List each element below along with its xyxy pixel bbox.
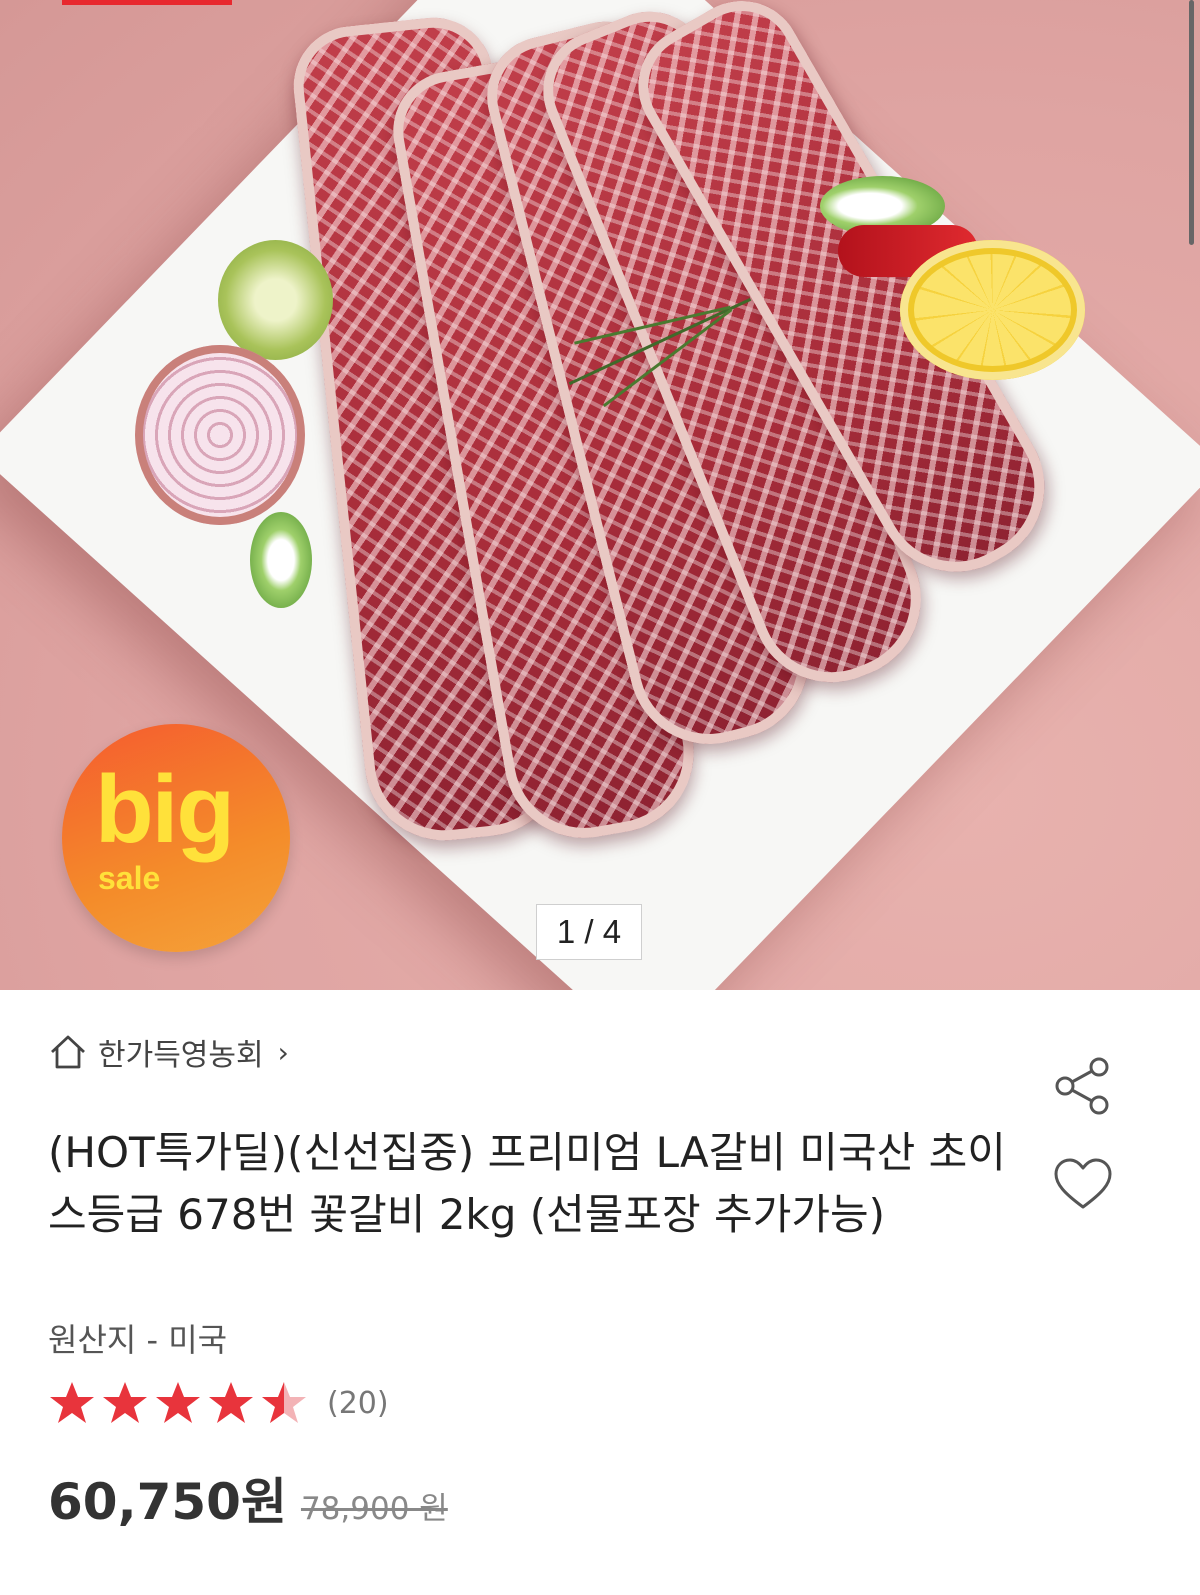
heart-icon[interactable] <box>1052 1156 1114 1212</box>
origin-text: 원산지 - 미국 <box>48 1321 228 1359</box>
chevron-right-icon: › <box>277 1035 289 1069</box>
star-icon <box>156 1382 200 1423</box>
product-title: (HOT특가딜)(신선집중) 프리미엄 LA갈비 미국산 초이스등급 678번 … <box>48 1128 1006 1239</box>
review-count[interactable]: (20) <box>327 1386 389 1421</box>
badge-big-text: big <box>95 756 235 863</box>
sale-price: 60,750원 <box>48 1473 287 1531</box>
rating[interactable]: (20) <box>48 1380 389 1426</box>
onion-image <box>135 345 305 525</box>
tab-indicator <box>62 0 232 5</box>
star-half-icon <box>262 1382 306 1423</box>
star-icon <box>209 1382 253 1423</box>
scallion-image <box>250 512 312 608</box>
original-price: 78,900 원 <box>300 1491 448 1527</box>
badge-sale-text: sale <box>98 860 161 896</box>
big-sale-badge: big sale <box>62 724 290 952</box>
price-row: 60,750원 78,900 원 <box>48 1462 448 1534</box>
scrollbar[interactable] <box>1189 0 1194 245</box>
lemon-image <box>900 240 1085 380</box>
image-pager: 1 / 4 <box>536 904 642 960</box>
star-icon <box>103 1382 147 1423</box>
store-link[interactable]: 한가득영농회 › <box>48 1030 289 1074</box>
star-icon <box>50 1382 94 1423</box>
product-info: 한가득영농회 › (HOT특가딜)(신선집중) 프리미엄 LA갈비 미국산 초이… <box>0 990 1200 1595</box>
share-icon[interactable] <box>1052 1055 1114 1117</box>
product-image-gallery[interactable]: big sale 1 / 4 <box>0 0 1200 990</box>
store-name: 한가득영농회 <box>98 1038 264 1073</box>
brussels-sprout-image <box>218 240 333 360</box>
home-icon <box>51 1035 85 1069</box>
